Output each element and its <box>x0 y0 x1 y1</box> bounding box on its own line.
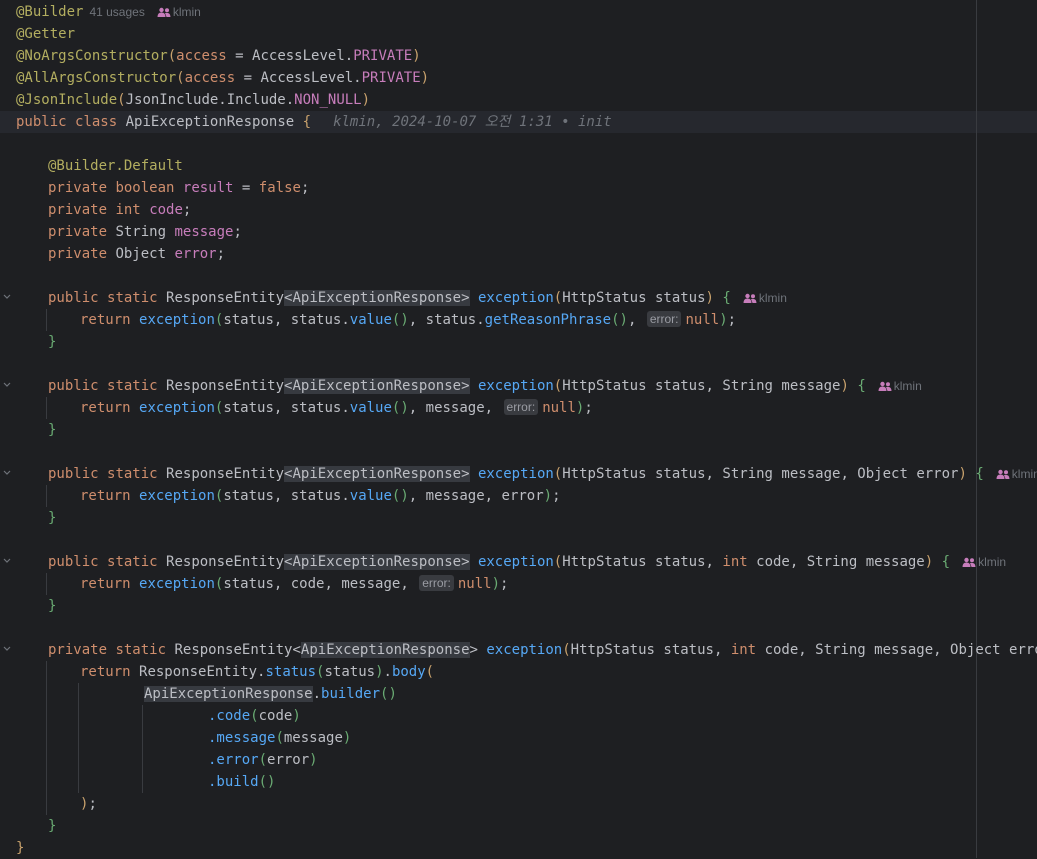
users-icon <box>962 557 976 567</box>
code-line: return exception(status, status.value(),… <box>80 488 561 504</box>
code-line: .error(error) <box>208 752 318 768</box>
code-line: private Object error; <box>48 246 226 262</box>
code-line: } <box>48 422 57 438</box>
code-line: @Builder 41 usages klmin <box>16 1 201 23</box>
code-line: private static ResponseEntity<ApiExcepti… <box>48 642 1037 658</box>
users-icon <box>878 381 892 391</box>
code-line: } <box>48 510 57 526</box>
code-line: return exception(status, status.value(),… <box>80 399 593 416</box>
code-line: public static ResponseEntity<ApiExceptio… <box>48 463 1037 485</box>
code-line: @Builder.Default <box>48 158 183 174</box>
code-line: public static ResponseEntity<ApiExceptio… <box>48 378 922 394</box>
right-margin-guide <box>976 0 977 858</box>
author-link[interactable]: klmin <box>743 291 787 305</box>
git-blame-annotation[interactable]: klmin, 2024-10-07 오전 1:31 • init <box>333 114 612 130</box>
param-hint: error: <box>646 311 682 327</box>
code-line: ApiExceptionResponse.builder() <box>144 686 397 702</box>
code-line: @JsonInclude(JsonInclude.Include.NON_NUL… <box>16 92 371 108</box>
code-line: @NoArgsConstructor(access = AccessLevel.… <box>16 48 421 64</box>
fold-chevron-icon[interactable] <box>2 380 12 390</box>
code-line: return exception(status, code, message, … <box>80 575 509 592</box>
author-link[interactable]: klmin <box>962 555 1006 569</box>
code-editor[interactable]: @Builder 41 usages klmin @Getter @NoArgsCo… <box>0 0 1037 858</box>
indent-guide <box>46 397 47 419</box>
code-line: ); <box>80 796 97 812</box>
fold-chevron-icon[interactable] <box>2 468 12 478</box>
param-hint: error: <box>503 399 539 415</box>
author-link[interactable]: klmin <box>157 5 201 19</box>
fold-chevron-icon[interactable] <box>2 292 12 302</box>
code-line: public class ApiExceptionResponse {klmin… <box>16 114 612 130</box>
code-line: public static ResponseEntity<ApiExceptio… <box>48 290 787 306</box>
indent-guide <box>78 683 79 793</box>
code-line: } <box>48 598 57 614</box>
code-line: .code(code) <box>208 708 301 724</box>
param-hint: error: <box>419 575 454 591</box>
code-line: private String message; <box>48 224 242 240</box>
annotation: @Builder <box>16 4 84 20</box>
users-icon <box>996 469 1010 479</box>
code-line: @Getter <box>16 26 76 42</box>
code-line: .build() <box>208 774 276 790</box>
code-line: @AllArgsConstructor(access = AccessLevel… <box>16 70 430 86</box>
code-line: private boolean result = false; <box>48 180 310 196</box>
code-line: } <box>48 818 57 834</box>
usages-link[interactable]: 41 usages <box>89 5 144 19</box>
code-line: return exception(status, status.value(),… <box>80 311 737 328</box>
indent-guide <box>46 309 47 331</box>
fold-chevron-icon[interactable] <box>2 556 12 566</box>
code-line: .message(message) <box>208 730 352 746</box>
author-link[interactable]: klmin <box>996 467 1037 481</box>
author-link[interactable]: klmin <box>878 379 922 393</box>
code-line: return ResponseEntity.status(status).bod… <box>80 664 435 680</box>
code-line: } <box>16 840 25 856</box>
code-line: } <box>48 334 57 350</box>
code-line: public static ResponseEntity<ApiExceptio… <box>48 554 1007 570</box>
indent-guide <box>46 485 47 507</box>
indent-guide <box>46 573 47 595</box>
indent-guide <box>142 705 143 793</box>
fold-chevron-icon[interactable] <box>2 644 12 654</box>
indent-guide <box>46 661 47 815</box>
users-icon <box>157 7 171 17</box>
users-icon <box>743 293 757 303</box>
code-line: private int code; <box>48 202 192 218</box>
